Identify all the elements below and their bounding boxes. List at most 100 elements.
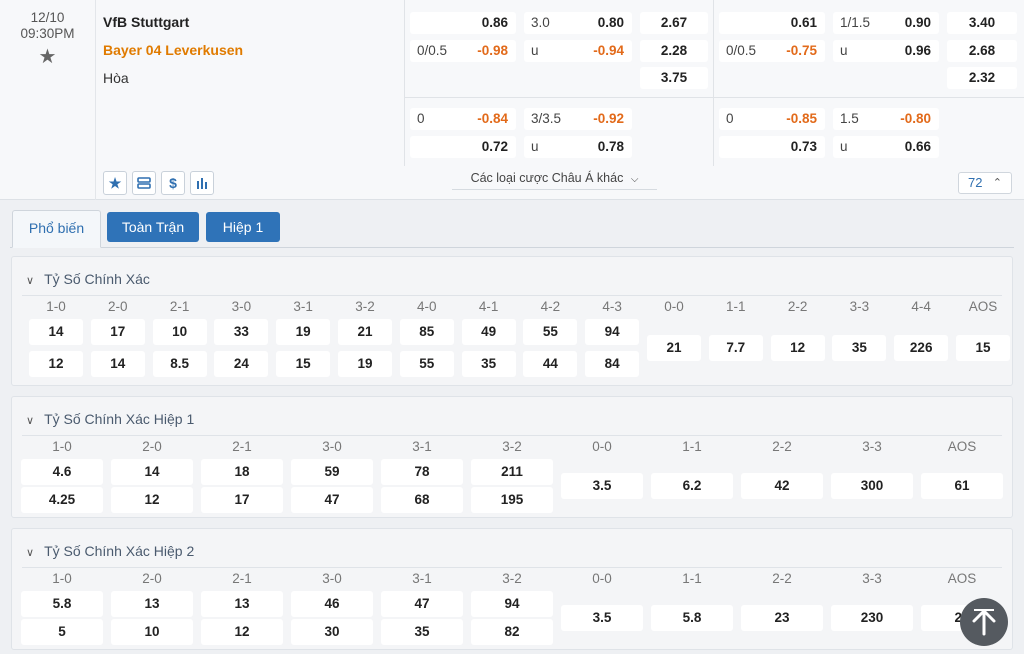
score-odds-home[interactable]: 13 [201,591,283,617]
score-odds-draw[interactable]: 5.8 [651,605,733,631]
market-count-toggle[interactable]: 72 ⌃ [958,172,1012,194]
score-odds-away[interactable]: 195 [471,487,553,513]
score-odds-draw[interactable]: 300 [831,473,913,499]
score-odds-home[interactable]: 21 [338,319,392,345]
ft-1x2-away[interactable]: 2.28 [640,40,708,62]
score-odds-draw[interactable]: 35 [832,335,887,361]
favorite-star-icon[interactable]: ★ [0,44,95,69]
score-odds-home[interactable]: 49 [461,319,516,345]
score-odds-draw[interactable]: 3.5 [561,605,643,631]
score-odds-away[interactable]: 55 [399,351,454,377]
score-odds-away[interactable]: 30 [291,619,373,645]
ft-hdp-away[interactable]: 0/0.5 -0.98 [410,40,516,62]
score-odds-draw[interactable]: 15 [956,335,1010,361]
h1-1x2-away[interactable]: 2.68 [947,40,1017,62]
panel-title[interactable]: ∨ Tỷ Số Chính Xác [26,271,150,287]
away-team[interactable]: Bayer 04 Leverkusen [103,42,243,58]
score-odds-home[interactable]: 59 [291,459,373,485]
ft-ou-over[interactable]: 3.0 0.80 [524,12,632,34]
score-odds-away[interactable]: 35 [381,619,463,645]
ft-1x2-home[interactable]: 2.67 [640,12,708,34]
star-icon[interactable]: ★ [103,171,127,195]
ft-1x2-draw[interactable]: 3.75 [640,67,708,89]
h1-hdp-home[interactable]: 0.61 [719,12,825,34]
score-odds-draw[interactable]: 6.2 [651,473,733,499]
score-odds-away[interactable]: 8.5 [152,351,207,377]
score-odds-draw[interactable]: 23 [741,605,823,631]
more-asian-markets-toggle[interactable]: Các loại cược Châu Á khác ⌵ [452,166,657,190]
panel-title[interactable]: ∨ Tỷ Số Chính Xác Hiệp 1 [26,411,194,427]
tab-first-half[interactable]: Hiệp 1 [206,212,280,242]
h12-hdp-away[interactable]: 0.73 [719,136,825,158]
score-header: 4-1 [478,299,499,314]
tab-full-time[interactable]: Toàn Trận [107,212,199,242]
score-odds-home[interactable]: 78 [381,459,463,485]
h12-ou-under[interactable]: u 0.66 [833,136,939,158]
score-odds-home[interactable]: 10 [152,319,207,345]
ft-ou-under[interactable]: u -0.94 [524,40,632,62]
ft2-ou-over[interactable]: 3/3.5 -0.92 [524,108,632,130]
score-odds-home[interactable]: 4.6 [21,459,103,485]
score-odds-home[interactable]: 55 [523,319,578,345]
score-odds-home[interactable]: 85 [399,319,454,345]
h1-ou-over[interactable]: 1/1.5 0.90 [833,12,939,34]
score-odds-away[interactable]: 14 [90,351,145,377]
score-odds-home[interactable]: 94 [471,591,553,617]
home-team[interactable]: VfB Stuttgart [103,14,189,30]
score-odds-home[interactable]: 19 [276,319,331,345]
ft2-ou-under[interactable]: u 0.78 [524,136,632,158]
ft-hdp-home[interactable]: 0.86 [410,12,516,34]
score-odds-away[interactable]: 35 [461,351,516,377]
score-odds-away[interactable]: 12 [111,487,193,513]
score-odds-home[interactable]: 13 [111,591,193,617]
score-odds-away[interactable]: 4.25 [21,487,103,513]
score-odds-away[interactable]: 47 [291,487,373,513]
score-odds-away[interactable]: 17 [201,487,283,513]
score-odds-away[interactable]: 10 [111,619,193,645]
score-odds-draw[interactable]: 226 [894,335,949,361]
dollar-icon[interactable]: $ [161,171,185,195]
score-odds-home[interactable]: 17 [90,319,145,345]
score-odds-home[interactable]: 14 [111,459,193,485]
score-odds-away[interactable]: 12 [201,619,283,645]
back-to-top-button[interactable] [960,598,1008,646]
tab-popular[interactable]: Phổ biến [12,210,101,248]
score-odds-draw[interactable]: 21 [647,335,701,361]
score-odds-away[interactable]: 82 [471,619,553,645]
score-odds-draw[interactable]: 12 [770,335,825,361]
ft2-hdp-away[interactable]: 0.72 [410,136,516,158]
ft2-hdp-home[interactable]: 0 -0.84 [410,108,516,130]
h1-1x2-home[interactable]: 3.40 [947,12,1017,34]
score-odds-draw[interactable]: 42 [741,473,823,499]
score-odds-home[interactable]: 47 [381,591,463,617]
score-odds-home[interactable]: 94 [585,319,640,345]
h1-ou-under[interactable]: u 0.96 [833,40,939,62]
h1-hdp-away[interactable]: 0/0.5 -0.75 [719,40,825,62]
h12-hdp-home[interactable]: 0 -0.85 [719,108,825,130]
score-odds-away[interactable]: 15 [276,351,331,377]
bar-chart-icon[interactable] [190,171,214,195]
score-odds-away[interactable]: 84 [585,351,640,377]
score-odds-away[interactable]: 68 [381,487,463,513]
score-odds-away[interactable]: 24 [214,351,269,377]
panel-title[interactable]: ∨ Tỷ Số Chính Xác Hiệp 2 [26,543,194,559]
score-odds-away[interactable]: 5 [21,619,103,645]
score-odds-away[interactable]: 44 [523,351,578,377]
score-odds-draw[interactable]: 230 [831,605,913,631]
score-odds-away[interactable]: 12 [29,351,83,377]
score-odds-home[interactable]: 46 [291,591,373,617]
chevron-up-icon: ⌃ [992,177,1002,189]
score-header: 2-0 [142,439,162,454]
score-odds-draw[interactable]: 3.5 [561,473,643,499]
score-odds-home[interactable]: 5.8 [21,591,103,617]
layers-icon[interactable] [132,171,156,195]
score-odds-home[interactable]: 18 [201,459,283,485]
score-odds-draw[interactable]: 61 [921,473,1003,499]
score-odds-home[interactable]: 211 [471,459,553,485]
score-odds-draw[interactable]: 7.7 [708,335,763,361]
score-odds-home[interactable]: 14 [29,319,83,345]
h12-ou-over[interactable]: 1.5 -0.80 [833,108,939,130]
score-odds-away[interactable]: 19 [338,351,392,377]
score-odds-home[interactable]: 33 [214,319,269,345]
h1-1x2-draw[interactable]: 2.32 [947,67,1017,89]
